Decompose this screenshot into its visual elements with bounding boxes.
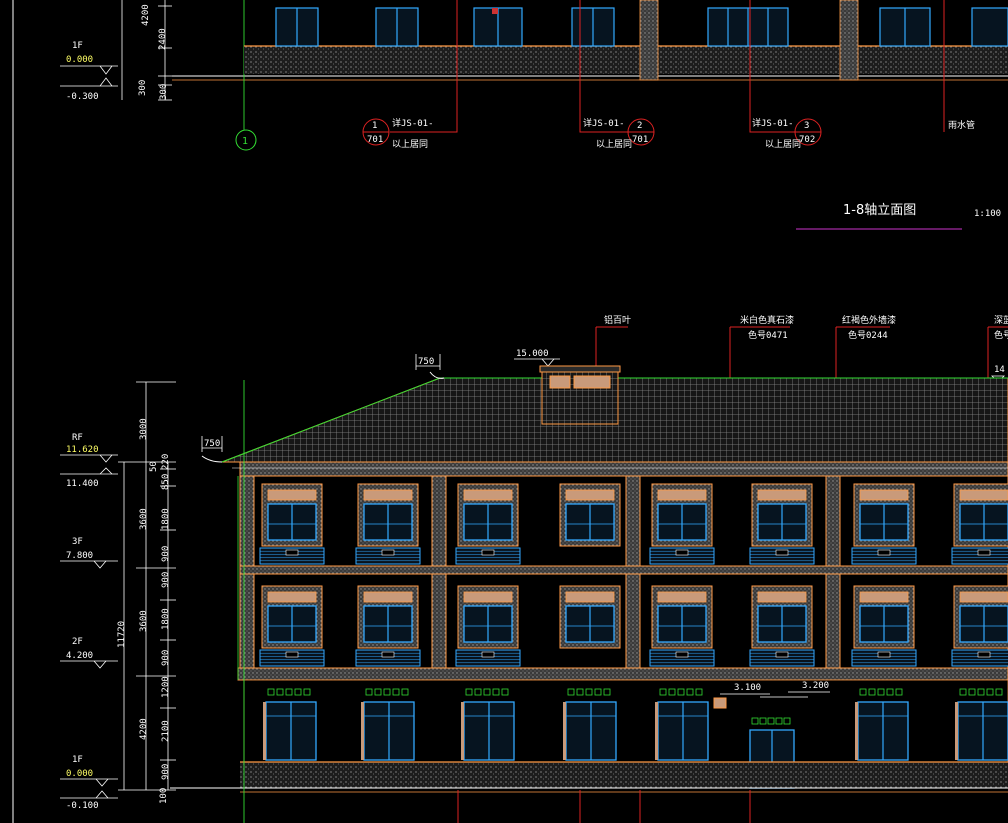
upper-window bbox=[355, 483, 421, 565]
upper-window bbox=[649, 483, 715, 565]
dim-sub3-c: 900 bbox=[161, 546, 171, 562]
dim-parapet-a: 50 bbox=[149, 461, 159, 472]
dim-sub3-b: 1800 bbox=[161, 508, 171, 530]
svg-text:详JS-01-: 详JS-01- bbox=[392, 117, 434, 129]
dim-sub2-b: 1800 bbox=[161, 608, 171, 630]
dormer-louver bbox=[541, 365, 619, 425]
dim-roof: 3000 bbox=[139, 418, 149, 440]
dim-parapet-b: 220 bbox=[161, 454, 171, 470]
upper-window bbox=[851, 585, 917, 667]
level-3f-floor: 3F bbox=[72, 537, 83, 547]
level-2f-floor: 2F bbox=[72, 637, 83, 647]
upper-window bbox=[951, 483, 1008, 565]
level-3f-value: 7.800 bbox=[66, 551, 93, 561]
level-1f-value: 0.000 bbox=[66, 769, 93, 779]
level-rf-floor: RF bbox=[72, 433, 83, 443]
main-elevation: 铝百叶 米白色真石漆 色号0471 红褐色外墙漆 色号0244 深蓝 色号 15… bbox=[170, 314, 1008, 823]
svg-text:3: 3 bbox=[804, 121, 809, 131]
level-rf-second: 11.400 bbox=[66, 479, 99, 489]
ridge-level-partial: 14 bbox=[994, 365, 1005, 375]
upper-window bbox=[259, 585, 325, 667]
top-elevation-section: 4200 2400 300 300 1F 0.000 -0.300 1 1 70… bbox=[60, 0, 1008, 151]
entrance-level-2: 3.200 bbox=[802, 681, 829, 691]
dim-sub2-a: 900 bbox=[161, 572, 171, 588]
upper-window bbox=[259, 483, 325, 565]
label-stone-color: 色号0471 bbox=[748, 329, 788, 341]
level-1f-second: -0.100 bbox=[66, 801, 99, 811]
drawing-scale: 1:100 bbox=[974, 209, 1001, 219]
dim-base: 100 bbox=[159, 788, 169, 804]
callout-3: 3 702 详JS-01- 以上居同 bbox=[752, 117, 822, 150]
callout-2: 2 701 详JS-01- 以上居同 bbox=[583, 117, 655, 150]
dim-sub1-a: 1200 bbox=[161, 676, 171, 698]
drain-pipe-label: 雨水管 bbox=[948, 119, 975, 131]
svg-text:1: 1 bbox=[372, 121, 377, 131]
label-deep-partial: 深蓝 bbox=[994, 314, 1008, 326]
axis-label-1: 1 bbox=[242, 136, 248, 147]
upper-window bbox=[559, 585, 621, 649]
label-stone-paint: 米白色真石漆 bbox=[740, 314, 794, 326]
label-louver: 铝百叶 bbox=[604, 314, 631, 326]
svg-text:702: 702 bbox=[799, 135, 815, 145]
ridge-level: 15.000 bbox=[516, 349, 549, 359]
level-rf-value: 11.620 bbox=[66, 445, 99, 455]
eave-offset-left: 750 bbox=[204, 439, 220, 449]
dim-300-b: 300 bbox=[159, 84, 169, 100]
upper-window bbox=[851, 483, 917, 565]
upper-window bbox=[649, 585, 715, 667]
upper-window bbox=[749, 585, 815, 667]
upper-window bbox=[455, 483, 521, 565]
dim-4200: 4200 bbox=[141, 4, 151, 26]
left-dimensions: 11720 3000 3600 3600 4200 50 220 850 180… bbox=[60, 381, 176, 811]
cad-drawing-canvas[interactable]: 4200 2400 300 300 1F 0.000 -0.300 1 1 70… bbox=[0, 0, 1008, 823]
level-2f-value: 4.200 bbox=[66, 651, 93, 661]
dim-total: 11720 bbox=[117, 621, 127, 648]
upper-window bbox=[355, 585, 421, 667]
callout-1: 1 701 详JS-01- 以上居同 bbox=[362, 117, 434, 150]
dim-300-a: 300 bbox=[138, 80, 148, 96]
svg-text:以上居同: 以上居同 bbox=[765, 139, 801, 150]
svg-text:详JS-01-: 详JS-01- bbox=[752, 117, 794, 129]
drawing-title: 1-8轴立面图 bbox=[843, 203, 916, 218]
dim-floor3: 3600 bbox=[139, 508, 149, 530]
label-red-color: 色号0244 bbox=[848, 329, 888, 341]
level-floor-1f-top: 1F bbox=[72, 41, 83, 51]
upper-window bbox=[749, 483, 815, 565]
level-value-top: 0.000 bbox=[66, 55, 93, 65]
upper-window bbox=[455, 585, 521, 667]
svg-text:2: 2 bbox=[637, 121, 642, 131]
dim-floor2: 3600 bbox=[139, 610, 149, 632]
dim-sub1-b: 2100 bbox=[161, 720, 171, 742]
dim-sub1-c: 900 bbox=[161, 764, 171, 780]
svg-text:701: 701 bbox=[367, 135, 383, 145]
svg-text:详JS-01-: 详JS-01- bbox=[583, 117, 625, 129]
dim-floor1: 4200 bbox=[139, 718, 149, 740]
level-value-below-top: -0.300 bbox=[66, 92, 99, 102]
label-deep-color-partial: 色号 bbox=[994, 329, 1008, 341]
dim-sub2-c: 900 bbox=[161, 650, 171, 666]
svg-text:以上居同: 以上居同 bbox=[596, 139, 632, 150]
dim-2400: 2400 bbox=[158, 28, 168, 50]
label-red-paint: 红褐色外墙漆 bbox=[842, 314, 896, 326]
dim-sub3-a: 850 bbox=[161, 474, 171, 490]
svg-text:以上居同: 以上居同 bbox=[392, 139, 428, 150]
level-1f-floor: 1F bbox=[72, 755, 83, 765]
upper-window bbox=[559, 483, 621, 547]
eave-offset-top: 750 bbox=[418, 357, 434, 367]
entrance-level-1: 3.100 bbox=[734, 683, 761, 693]
cornice bbox=[239, 461, 1008, 477]
svg-text:701: 701 bbox=[632, 135, 648, 145]
upper-window bbox=[951, 585, 1008, 667]
